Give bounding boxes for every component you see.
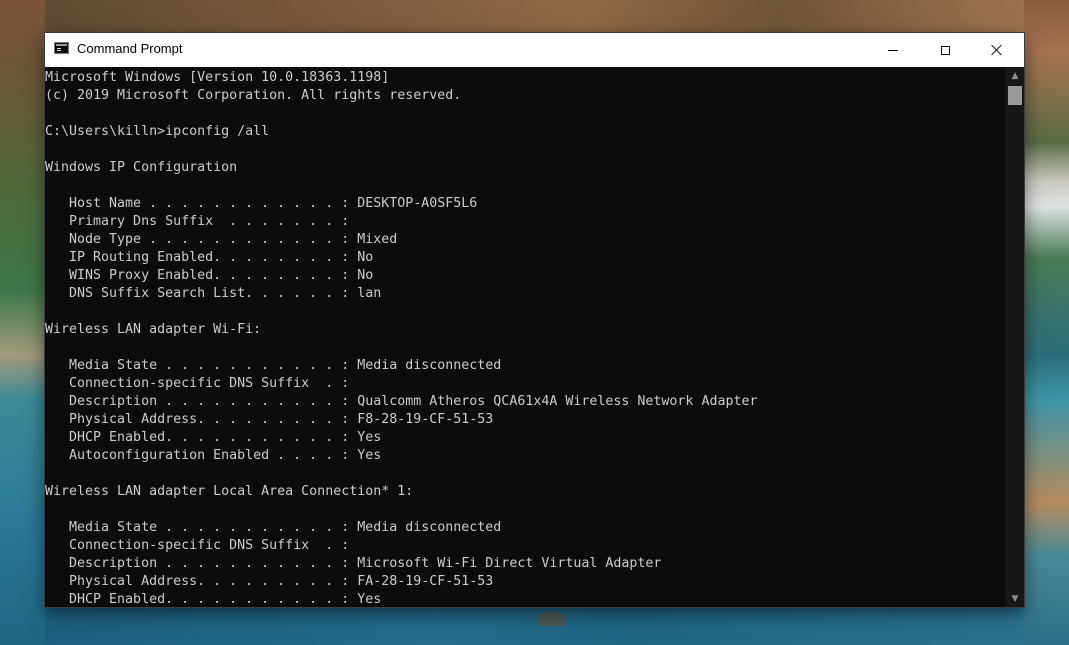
- wallpaper-rock: [538, 612, 566, 626]
- desktop-wallpaper-right: [1024, 0, 1069, 645]
- console-line: Wireless LAN adapter Wi-Fi:: [45, 322, 262, 337]
- console-line: Description . . . . . . . . . . . : Qual…: [45, 394, 758, 409]
- console-line: DNS Suffix Search List. . . . . . : lan: [45, 286, 382, 301]
- console-line: Connection-specific DNS Suffix . :: [45, 538, 358, 553]
- console-line: Wireless LAN adapter Local Area Connecti…: [45, 484, 414, 499]
- console-line: Autoconfiguration Enabled . . . . : Yes: [45, 448, 382, 463]
- scroll-down-button[interactable]: ▼: [1006, 590, 1024, 607]
- minimize-icon: [888, 49, 898, 51]
- console-line: Media State . . . . . . . . . . . : Medi…: [45, 520, 502, 535]
- minimize-button[interactable]: [867, 33, 919, 67]
- scroll-thumb[interactable]: [1008, 86, 1022, 105]
- console-line: Microsoft Windows [Version 10.0.18363.11…: [45, 70, 390, 85]
- console-line: (c) 2019 Microsoft Corporation. All righ…: [45, 88, 462, 103]
- console-output[interactable]: Microsoft Windows [Version 10.0.18363.11…: [45, 67, 1006, 607]
- console-line: Primary Dns Suffix . . . . . . . :: [45, 214, 358, 229]
- close-button[interactable]: [971, 33, 1023, 67]
- window-title: Command Prompt: [77, 41, 183, 56]
- desktop-wallpaper-bottom: [45, 607, 1024, 645]
- console-line: Connection-specific DNS Suffix . :: [45, 376, 358, 391]
- desktop-wallpaper-top: [45, 0, 1024, 33]
- console-line: Host Name . . . . . . . . . . . . : DESK…: [45, 196, 478, 211]
- command-prompt-icon[interactable]: [54, 42, 69, 54]
- chevron-up-icon: ▲: [1011, 70, 1019, 81]
- close-icon: [991, 44, 1003, 56]
- console-line: Media State . . . . . . . . . . . : Medi…: [45, 358, 502, 373]
- console-line: WINS Proxy Enabled. . . . . . . . : No: [45, 268, 374, 283]
- command-prompt-window[interactable]: Command Prompt Microsoft Windows [Versio…: [45, 33, 1024, 607]
- vertical-scrollbar[interactable]: ▲ ▼: [1006, 67, 1024, 607]
- title-bar[interactable]: Command Prompt: [45, 33, 1024, 67]
- console-line: Windows IP Configuration: [45, 160, 238, 175]
- maximize-icon: [940, 45, 950, 55]
- console-line: Node Type . . . . . . . . . . . . : Mixe…: [45, 232, 398, 247]
- console-line: IP Routing Enabled. . . . . . . . : No: [45, 250, 374, 265]
- console-line: DHCP Enabled. . . . . . . . . . . : Yes: [45, 592, 382, 607]
- desktop-wallpaper-left: [0, 0, 45, 645]
- console-line: DHCP Enabled. . . . . . . . . . . : Yes: [45, 430, 382, 445]
- chevron-down-icon: ▼: [1011, 593, 1019, 604]
- console-line: C:\Users\killn>ipconfig /all: [45, 124, 270, 139]
- scroll-up-button[interactable]: ▲: [1006, 67, 1024, 84]
- console-line: Physical Address. . . . . . . . . : F8-2…: [45, 412, 494, 427]
- console-line: Description . . . . . . . . . . . : Micr…: [45, 556, 662, 571]
- console-line: Physical Address. . . . . . . . . : FA-2…: [45, 574, 494, 589]
- maximize-button[interactable]: [919, 33, 971, 67]
